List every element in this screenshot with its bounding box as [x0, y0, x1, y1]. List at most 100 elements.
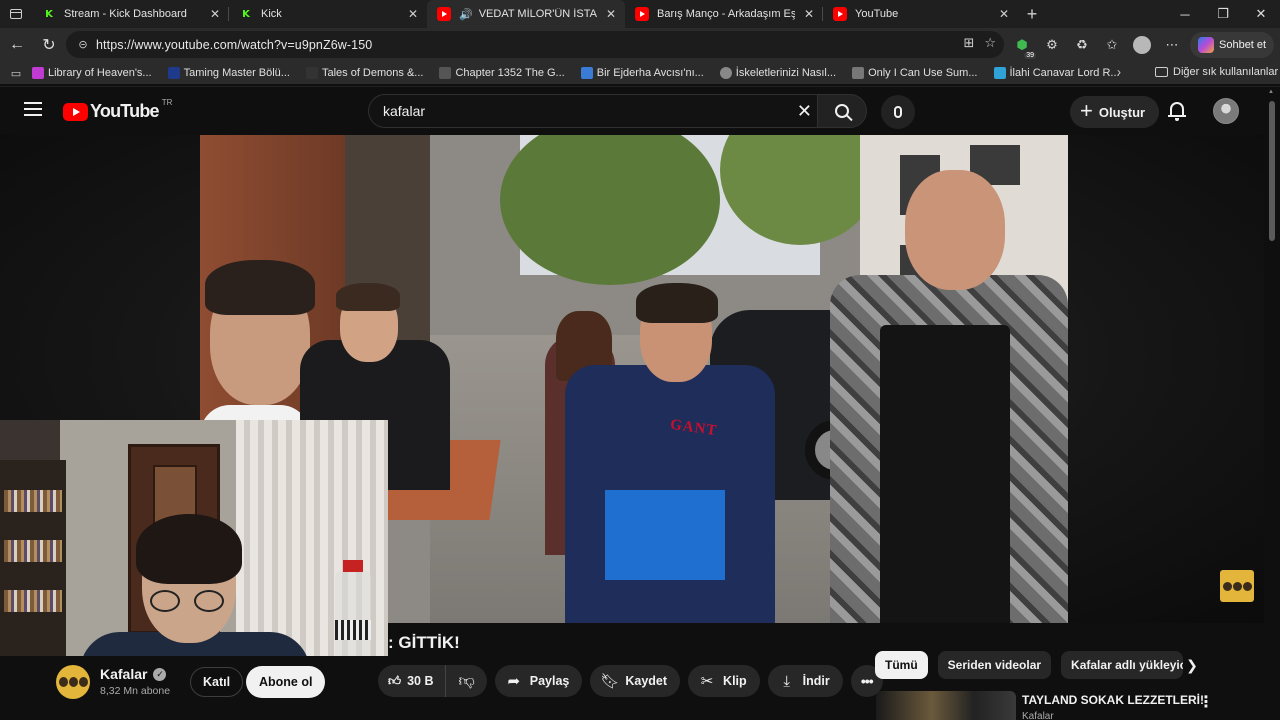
- close-window-icon[interactable]: ✕: [1242, 0, 1280, 28]
- bookmark-favicon-icon: [439, 67, 452, 79]
- more-vert-icon[interactable]: ⋮: [1198, 692, 1214, 712]
- like-button[interactable]: 👍︎ 30 B: [378, 665, 447, 697]
- youtube-page: YouTube TR kafalar ✕ + Oluştur GANT: Gİ…: [0, 86, 1280, 720]
- search-icon: [835, 104, 849, 118]
- other-favorites-folder[interactable]: Diğer sık kullanılanlar: [1155, 66, 1278, 78]
- bookmark-favicon-icon: [305, 67, 318, 79]
- page-scrollbar[interactable]: ▲: [1268, 87, 1276, 720]
- extensions-icon[interactable]: ⚙: [1040, 33, 1064, 57]
- more-options-icon[interactable]: ⋯: [1160, 33, 1184, 57]
- share-icon: ➦: [507, 673, 521, 690]
- bookmark-item[interactable]: İlahi Canavar Lord R...: [993, 67, 1120, 79]
- close-icon[interactable]: ✕: [801, 6, 817, 22]
- scrollbar-thumb[interactable]: [1269, 101, 1275, 241]
- close-icon[interactable]: ✕: [603, 6, 619, 22]
- copilot-icon: [1198, 37, 1214, 53]
- recommended-title[interactable]: TAYLAND SOKAK LEZZETLERİ!: [1022, 693, 1204, 707]
- account-avatar[interactable]: [1213, 98, 1239, 124]
- address-bar[interactable]: ⊝ https://www.youtube.com/watch?v=u9pnZ6…: [66, 31, 1004, 58]
- download-button[interactable]: ⤓ İndir: [767, 665, 843, 697]
- video-thumbnail[interactable]: [876, 691, 1016, 720]
- favorite-star-icon[interactable]: ☆: [984, 35, 996, 51]
- search-input[interactable]: kafalar ✕: [368, 94, 818, 128]
- channel-avatar[interactable]: [56, 665, 90, 699]
- bookmark-item[interactable]: Bir Ejderha Avcısı'nı...: [580, 67, 704, 79]
- copilot-button[interactable]: Sohbet et: [1190, 32, 1275, 58]
- bookmark-item[interactable]: Tales of Demons &...: [305, 67, 423, 79]
- minimize-icon[interactable]: ─: [1166, 0, 1204, 28]
- plus-icon: +: [1080, 98, 1093, 123]
- search-query[interactable]: kafalar: [383, 103, 425, 119]
- clear-search-icon[interactable]: ✕: [797, 101, 812, 122]
- profile-icon[interactable]: [1130, 33, 1154, 57]
- kick-icon: K: [239, 7, 253, 21]
- tab-baris-manco[interactable]: Barış Manço - Arkadaşım Eşek - Y ✕: [625, 0, 823, 28]
- like-count: 30 B: [407, 674, 434, 688]
- notifications-bell-icon[interactable]: [1167, 100, 1187, 122]
- url-text[interactable]: https://www.youtube.com/watch?v=u9pnZ6w-…: [96, 38, 372, 52]
- youtube-icon: [437, 7, 451, 21]
- youtube-logo[interactable]: YouTube TR: [63, 98, 172, 122]
- recommended-video[interactable]: TAYLAND SOKAK LEZZETLERİ! Kafalar ⋮: [876, 691, 1216, 720]
- dislike-button[interactable]: 👎︎: [446, 665, 486, 697]
- scroll-up-icon[interactable]: ▲: [1268, 89, 1274, 95]
- bookmark-item[interactable]: Chapter 1352 The G...: [439, 67, 565, 79]
- download-icon: ⤓: [783, 672, 790, 690]
- bookmark-favicon-icon: [32, 67, 44, 79]
- close-icon[interactable]: ✕: [207, 6, 223, 22]
- browser-toolbar: ← ↻ ⊝ https://www.youtube.com/watch?v=u9…: [0, 28, 1280, 62]
- tab-kick[interactable]: K Kick ✕: [229, 0, 427, 28]
- bookmark-icon: 🔖︎: [600, 673, 620, 690]
- bookmark-favicon-icon: [167, 67, 180, 79]
- chip-all[interactable]: Tümü: [875, 651, 928, 679]
- chip-series[interactable]: Seriden videolar: [937, 651, 1052, 679]
- speaker-icon[interactable]: 🔊: [459, 8, 473, 21]
- performance-icon[interactable]: ♻: [1070, 33, 1094, 57]
- bookmark-favicon-icon: [852, 67, 865, 79]
- search-button[interactable]: [817, 94, 867, 128]
- tab-youtube[interactable]: YouTube ✕: [823, 0, 1018, 28]
- clip-button[interactable]: ✂ Klip: [688, 665, 760, 697]
- share-button[interactable]: ➦ Paylaş: [494, 665, 583, 697]
- related-filter-chips: Tümü Seriden videolar Kafalar adlı yükle…: [875, 651, 1184, 679]
- app-install-icon[interactable]: ⊞: [963, 35, 974, 51]
- extension-shield-icon[interactable]: ⬢ 39: [1010, 33, 1036, 59]
- channel-watermark-icon[interactable]: [1220, 570, 1254, 602]
- create-button[interactable]: + Oluştur: [1070, 96, 1160, 128]
- reload-icon[interactable]: ↻: [34, 30, 64, 60]
- browser-tab-strip: K Stream - Kick Dashboard ✕ K Kick ✕ 🔊 V…: [0, 0, 1280, 28]
- bookmark-item[interactable]: Only I Can Use Sum...: [852, 67, 978, 79]
- recommended-channel: Kafalar: [1022, 711, 1054, 720]
- chip-uploader[interactable]: Kafalar adlı yükleyicid: [1061, 651, 1184, 679]
- folder-icon: [1155, 67, 1168, 77]
- close-icon[interactable]: ✕: [996, 6, 1012, 22]
- site-info-icon[interactable]: ⊝: [76, 38, 90, 52]
- new-tab-button[interactable]: +: [1018, 0, 1046, 28]
- restore-icon[interactable]: ❐: [1204, 0, 1242, 28]
- tab-actions-menu-button[interactable]: [0, 0, 32, 28]
- tab-label: VEDAT MİLOR'ÜN İSTANBUL: [478, 8, 597, 20]
- voice-search-button[interactable]: [881, 95, 915, 129]
- bookmark-item[interactable]: İskeletlerinizi Nasıl...: [719, 67, 836, 79]
- window-controls: ─ ❐ ✕: [1166, 0, 1280, 28]
- menu-icon[interactable]: [24, 102, 42, 116]
- tab-label: YouTube: [855, 8, 899, 20]
- join-button[interactable]: Katıl: [190, 667, 244, 697]
- favorites-icon[interactable]: ✩: [1100, 33, 1124, 57]
- collections-icon[interactable]: ▭: [6, 67, 26, 80]
- close-icon[interactable]: ✕: [405, 6, 421, 22]
- subscribe-button[interactable]: Abone ol: [246, 666, 326, 698]
- bookmark-favicon-icon: [580, 67, 593, 79]
- save-button[interactable]: 🔖︎ Kaydet: [590, 665, 681, 697]
- bookmark-item[interactable]: Taming Master Bölü...: [167, 67, 290, 79]
- like-dislike-group: 👍︎ 30 B 👎︎: [378, 665, 487, 697]
- back-arrow-icon[interactable]: ←: [2, 30, 32, 60]
- verified-check-icon: ✓: [153, 667, 167, 681]
- bookmark-item[interactable]: Library of Heaven's...: [32, 67, 152, 79]
- tab-kick-dashboard[interactable]: K Stream - Kick Dashboard ✕: [32, 0, 229, 28]
- chevron-right-icon[interactable]: ›: [1117, 65, 1121, 79]
- channel-name-row[interactable]: Kafalar ✓: [100, 666, 167, 682]
- channel-name[interactable]: Kafalar: [100, 666, 147, 682]
- chevron-right-icon[interactable]: ❯: [1180, 651, 1204, 679]
- tab-vedat-milor[interactable]: 🔊 VEDAT MİLOR'ÜN İSTANBUL ✕: [427, 0, 625, 28]
